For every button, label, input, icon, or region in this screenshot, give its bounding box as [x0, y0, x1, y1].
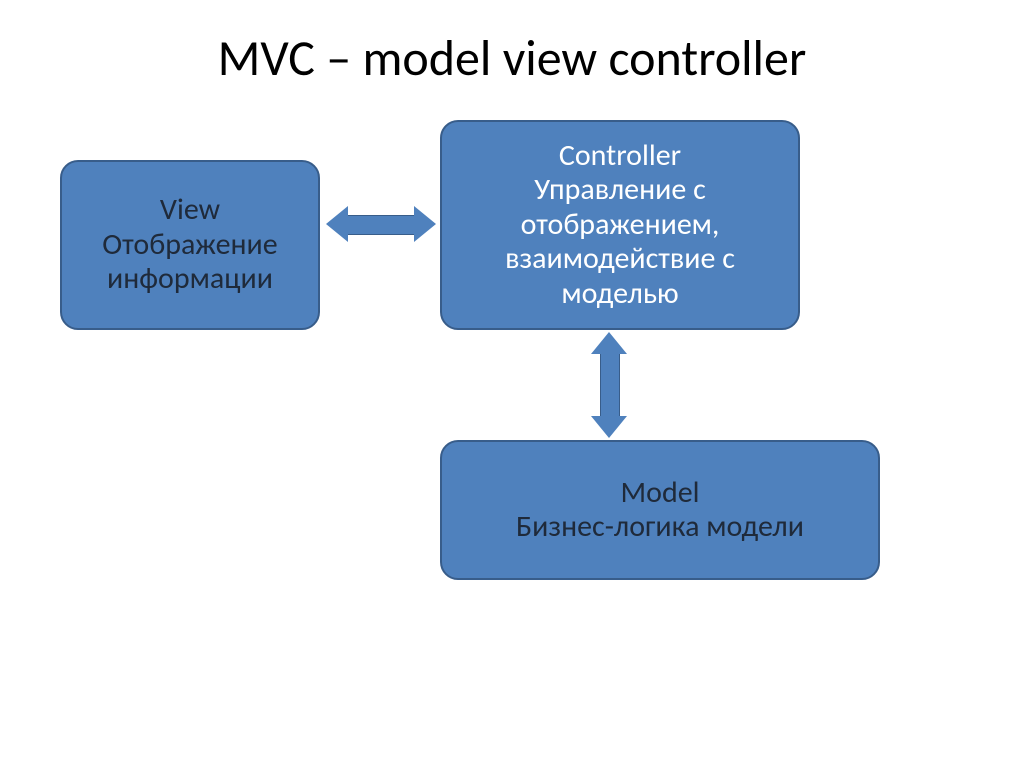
model-node-subtitle: Бизнес-логика модели [516, 510, 804, 545]
view-node-title: View [160, 193, 220, 228]
slide: MVC – model view controller View Отображ… [0, 0, 1024, 768]
double-arrow-icon [348, 215, 414, 235]
view-node-subtitle: Отображение информации [72, 228, 308, 297]
controller-node-title: Controller [559, 139, 681, 174]
model-node-title: Model [620, 476, 699, 511]
controller-node: Controller Управление с отображением, вз… [440, 120, 800, 330]
view-node: View Отображение информации [60, 160, 320, 330]
slide-title: MVC – model view controller [0, 28, 1024, 89]
double-arrow-icon [600, 354, 620, 416]
model-node: Model Бизнес-логика модели [440, 440, 880, 580]
controller-node-subtitle: Управление с отображением, взаимодействи… [452, 173, 788, 311]
